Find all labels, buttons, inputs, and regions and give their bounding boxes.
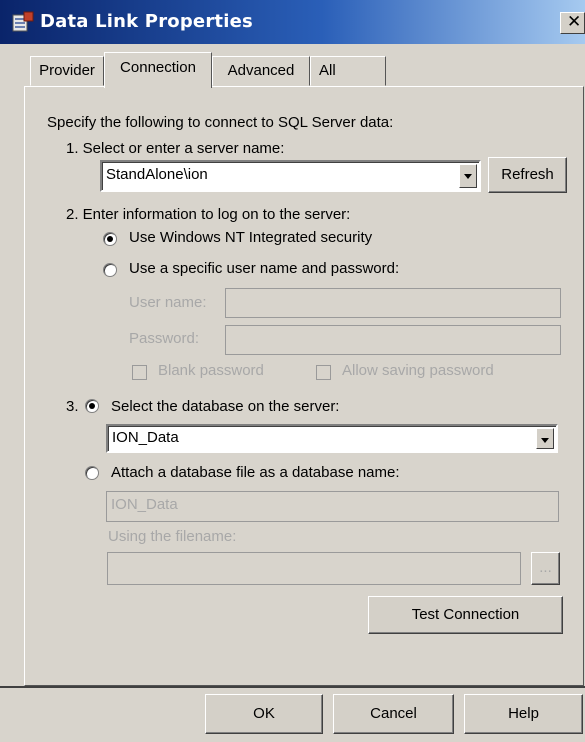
- refresh-button-label: Refresh: [501, 166, 554, 183]
- server-name-combobox[interactable]: StandAlone\ion: [100, 160, 481, 192]
- radio-nt-security-label[interactable]: Use Windows NT Integrated security: [129, 229, 372, 246]
- radio-nt-security[interactable]: [103, 232, 117, 246]
- tab-advanced-label: Advanced: [227, 62, 295, 79]
- filename-label: Using the filename:: [108, 528, 237, 545]
- tab-connection-label: Connection: [120, 59, 196, 76]
- ok-button[interactable]: OK: [205, 694, 323, 734]
- ok-button-label: OK: [253, 705, 275, 722]
- browse-button-label: ...: [539, 559, 552, 576]
- help-button[interactable]: Help: [464, 694, 583, 734]
- cancel-button[interactable]: Cancel: [333, 694, 454, 734]
- radio-specific-user[interactable]: [103, 263, 117, 277]
- step3-number: 3.: [66, 398, 79, 415]
- data-link-icon: [12, 11, 34, 32]
- username-label: User name:: [129, 294, 207, 311]
- tab-provider[interactable]: Provider: [30, 56, 104, 86]
- chevron-down-icon[interactable]: [536, 428, 554, 449]
- password-label: Password:: [129, 330, 200, 347]
- chevron-down-icon[interactable]: [459, 164, 477, 188]
- database-value: ION_Data: [112, 429, 179, 446]
- cancel-button-label: Cancel: [370, 705, 417, 722]
- filename-field[interactable]: [107, 552, 521, 585]
- radio-specific-user-label[interactable]: Use a specific user name and password:: [129, 260, 399, 277]
- test-connection-button[interactable]: Test Connection: [368, 596, 563, 634]
- step2-label: 2. Enter information to log on to the se…: [66, 206, 351, 223]
- server-name-value: StandAlone\ion: [106, 166, 208, 183]
- radio-select-database-label[interactable]: Select the database on the server:: [111, 398, 339, 415]
- tab-advanced[interactable]: Advanced: [212, 56, 310, 86]
- step1-label: 1. Select or enter a server name:: [66, 140, 285, 157]
- database-combobox[interactable]: ION_Data: [106, 424, 558, 453]
- radio-select-database[interactable]: [85, 399, 99, 413]
- tab-all-label: All: [319, 62, 336, 79]
- attach-database-name-field[interactable]: ION_Data: [106, 491, 559, 522]
- intro-text: Specify the following to connect to SQL …: [47, 114, 394, 131]
- tab-provider-label: Provider: [39, 62, 95, 79]
- tab-all[interactable]: All: [310, 56, 386, 86]
- window-title: Data Link Properties: [40, 11, 253, 32]
- footer-separator: [0, 686, 585, 688]
- browse-button[interactable]: ...: [531, 552, 560, 585]
- help-button-label: Help: [508, 705, 539, 722]
- tab-connection[interactable]: Connection: [104, 52, 212, 88]
- radio-attach-database-label[interactable]: Attach a database file as a database nam…: [111, 464, 400, 481]
- close-button[interactable]: ✕: [560, 12, 585, 34]
- radio-attach-database[interactable]: [85, 466, 99, 480]
- blank-password-label[interactable]: Blank password: [158, 362, 264, 379]
- title-bar: Data Link Properties ✕: [0, 0, 585, 44]
- blank-password-checkbox[interactable]: [132, 365, 147, 380]
- close-icon: ✕: [567, 12, 582, 31]
- attach-database-name-value: ION_Data: [111, 496, 178, 513]
- test-connection-button-label: Test Connection: [411, 606, 520, 623]
- password-field[interactable]: [225, 325, 561, 355]
- username-field[interactable]: [225, 288, 561, 318]
- allow-saving-password-label[interactable]: Allow saving password: [342, 362, 494, 379]
- refresh-button[interactable]: Refresh: [488, 157, 567, 193]
- allow-saving-password-checkbox[interactable]: [316, 365, 331, 380]
